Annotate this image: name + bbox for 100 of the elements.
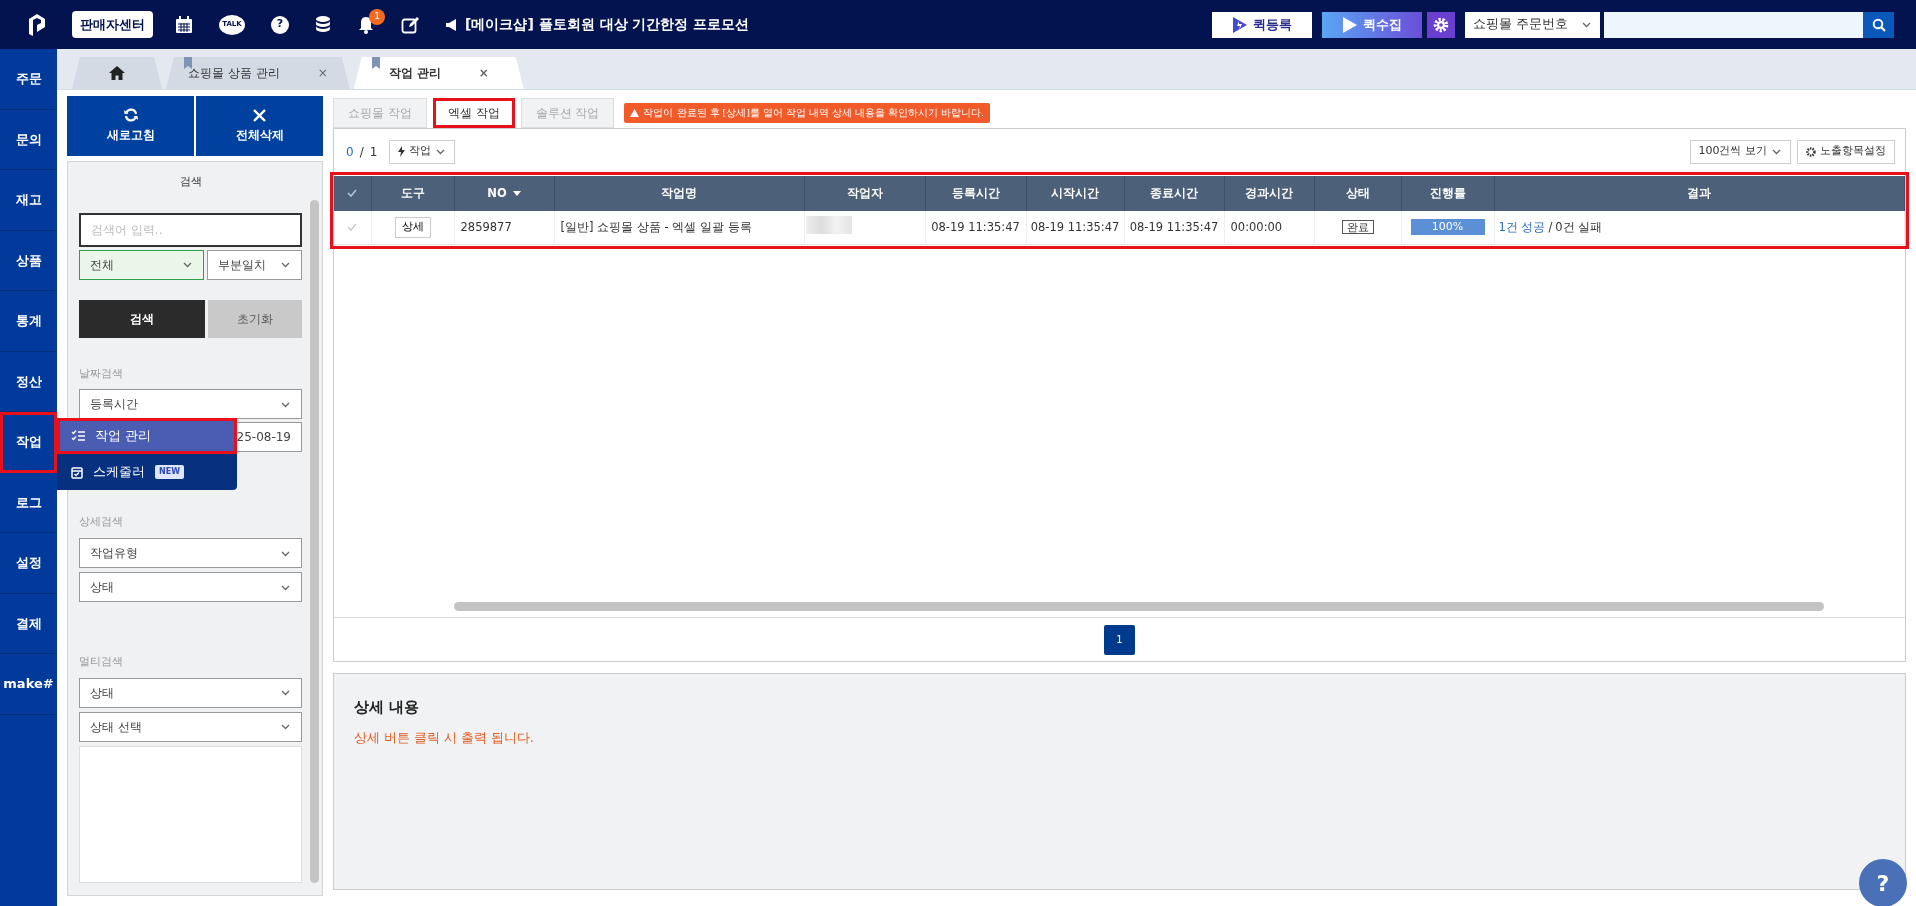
caret-icon <box>1581 20 1592 29</box>
new-badge: NEW <box>155 465 184 479</box>
column-header[interactable]: 등록시간 <box>925 176 1026 211</box>
warning-badge: 작업이 완료된 후 [상세]를 열어 작업 내역 상세 내용을 확인하시기 바랍니다. <box>624 102 991 124</box>
home-icon <box>109 66 125 80</box>
notice-text: [메이크샵] 플토회원 대상 기간한정 프로모션 <box>465 15 750 34</box>
help-icon[interactable]: ? <box>271 15 289 34</box>
check-icon[interactable] <box>347 223 358 232</box>
notification-badge: 1 <box>369 8 385 25</box>
section-label: 멀티검색 <box>79 654 124 669</box>
quick-register-button[interactable]: 퀵등록 <box>1212 11 1312 38</box>
action-menu-button[interactable]: 작업 <box>389 139 456 164</box>
search-button[interactable] <box>1863 11 1894 38</box>
table-cell: [일반] 쇼핑몰 상품 - 엑셀 일괄 등록 <box>554 211 804 244</box>
calendar-icon <box>71 465 83 479</box>
caret-icon <box>1771 147 1782 156</box>
play-icon <box>1342 16 1357 33</box>
column-header[interactable]: 시작시간 <box>1026 176 1124 211</box>
search-icon <box>1871 17 1886 32</box>
column-header[interactable]: 작업명 <box>554 176 804 211</box>
success-link[interactable]: 1건 성공 <box>1498 219 1546 234</box>
page-size-select[interactable]: 100건씩 보기 <box>1689 139 1791 164</box>
rail-item[interactable]: 로그 <box>0 472 57 533</box>
column-header[interactable]: 결과 <box>1494 176 1905 211</box>
detail-button[interactable]: 상세 <box>394 217 431 238</box>
gear-icon <box>1806 146 1816 157</box>
megaphone-icon <box>445 18 459 31</box>
close-icon[interactable]: × <box>478 64 489 82</box>
detail-title: 상세 내용 <box>354 697 421 718</box>
table-cell: 00:00:00 <box>1224 211 1314 244</box>
calendar-icon[interactable] <box>175 15 193 34</box>
match-select[interactable]: 부분일치 <box>206 249 302 280</box>
clear-all-button[interactable]: 전체삭제 <box>196 96 323 156</box>
search-field[interactable] <box>1604 11 1863 38</box>
caret-icon <box>280 722 291 732</box>
total-count: 1 <box>369 143 378 161</box>
play-icon <box>1232 16 1247 33</box>
rail-item[interactable]: 문의 <box>0 109 57 170</box>
select-field[interactable]: 작업유형 <box>79 538 302 568</box>
table-cell: 2859877 <box>454 211 554 244</box>
seller-center-button[interactable]: 판매자센터 <box>72 10 153 39</box>
quick-collect-button[interactable]: 퀵수집 <box>1322 11 1422 38</box>
page-tab[interactable]: 작업 관리 × <box>353 57 524 89</box>
selected-count: 0 <box>346 143 354 161</box>
detail-message: 상세 버튼 클릭 시 출력 됩니다. <box>354 728 535 747</box>
refresh-button[interactable]: 새로고침 <box>67 96 194 156</box>
caret-icon <box>435 147 447 156</box>
warning-icon <box>630 109 640 117</box>
rail-item[interactable]: make# <box>0 654 57 715</box>
column-header[interactable]: 경과시간 <box>1224 176 1314 211</box>
result-separator: / <box>1548 219 1553 234</box>
rail-item[interactable]: 상품 <box>0 230 57 291</box>
progress-bar: 100% <box>1410 219 1485 236</box>
scrollbar[interactable] <box>310 200 319 883</box>
bell-icon[interactable] <box>357 15 375 34</box>
caret-icon <box>280 688 291 698</box>
table-cell: 08-19 11:35:47 <box>1026 211 1124 244</box>
column-header[interactable]: 도구 <box>371 176 454 211</box>
rail-item[interactable]: 통계 <box>0 291 57 352</box>
column-header[interactable]: 작업자 <box>804 176 925 211</box>
search-type-select[interactable]: 쇼핑몰 주문번호 <box>1465 11 1600 38</box>
rail-item[interactable]: 재고 <box>0 170 57 231</box>
database-icon[interactable] <box>315 15 331 34</box>
page-tab[interactable]: 쇼핑몰 상품 관리 × <box>166 57 350 89</box>
column-header[interactable]: 상태 <box>1314 176 1401 211</box>
reset-button[interactable]: 초기화 <box>208 299 302 338</box>
scope-select[interactable]: 전체 <box>79 249 204 280</box>
failure-count: 0건 실패 <box>1555 219 1603 234</box>
checklist-icon <box>71 430 85 442</box>
close-icon <box>253 108 266 122</box>
count-separator: / <box>359 143 364 161</box>
search-button[interactable]: 검색 <box>79 299 206 338</box>
page-button[interactable]: 1 <box>1104 624 1135 655</box>
select-field[interactable]: 상태 선택 <box>79 711 302 742</box>
gear-icon <box>1433 16 1449 33</box>
bolt-icon <box>398 146 406 157</box>
tab[interactable]: 엑셀 작업 <box>432 98 515 128</box>
column-header[interactable]: NO <box>454 176 554 211</box>
settings-button[interactable] <box>1427 11 1455 38</box>
caret-icon <box>280 260 291 269</box>
rail-item[interactable]: 설정 <box>0 533 57 594</box>
column-settings-button[interactable]: 노출항목설정 <box>1797 139 1895 164</box>
column-header[interactable]: 진행률 <box>1401 176 1494 211</box>
rail-item[interactable]: 정산 <box>0 351 57 412</box>
search-input[interactable]: 검색어 입력.. <box>79 212 302 247</box>
menu-item[interactable]: 작업 관리 <box>57 418 237 454</box>
table-cell: 08-19 11:35:47 <box>1124 211 1224 244</box>
select-field[interactable]: 상태 <box>79 572 302 602</box>
select-field[interactable]: 상태 <box>79 677 302 708</box>
close-icon[interactable]: × <box>317 64 328 82</box>
select-field[interactable]: 등록시간 <box>79 389 302 420</box>
logo-icon <box>26 12 48 37</box>
column-header[interactable]: 종료시간 <box>1124 176 1224 211</box>
refresh-icon <box>123 108 138 122</box>
bookmark-icon <box>184 57 192 69</box>
check-icon[interactable] <box>347 189 358 198</box>
horizontal-scrollbar[interactable] <box>454 602 1824 611</box>
edit-icon[interactable] <box>401 15 419 34</box>
help-button[interactable]: ? <box>1859 859 1907 906</box>
rail-item[interactable]: 결제 <box>0 593 57 654</box>
